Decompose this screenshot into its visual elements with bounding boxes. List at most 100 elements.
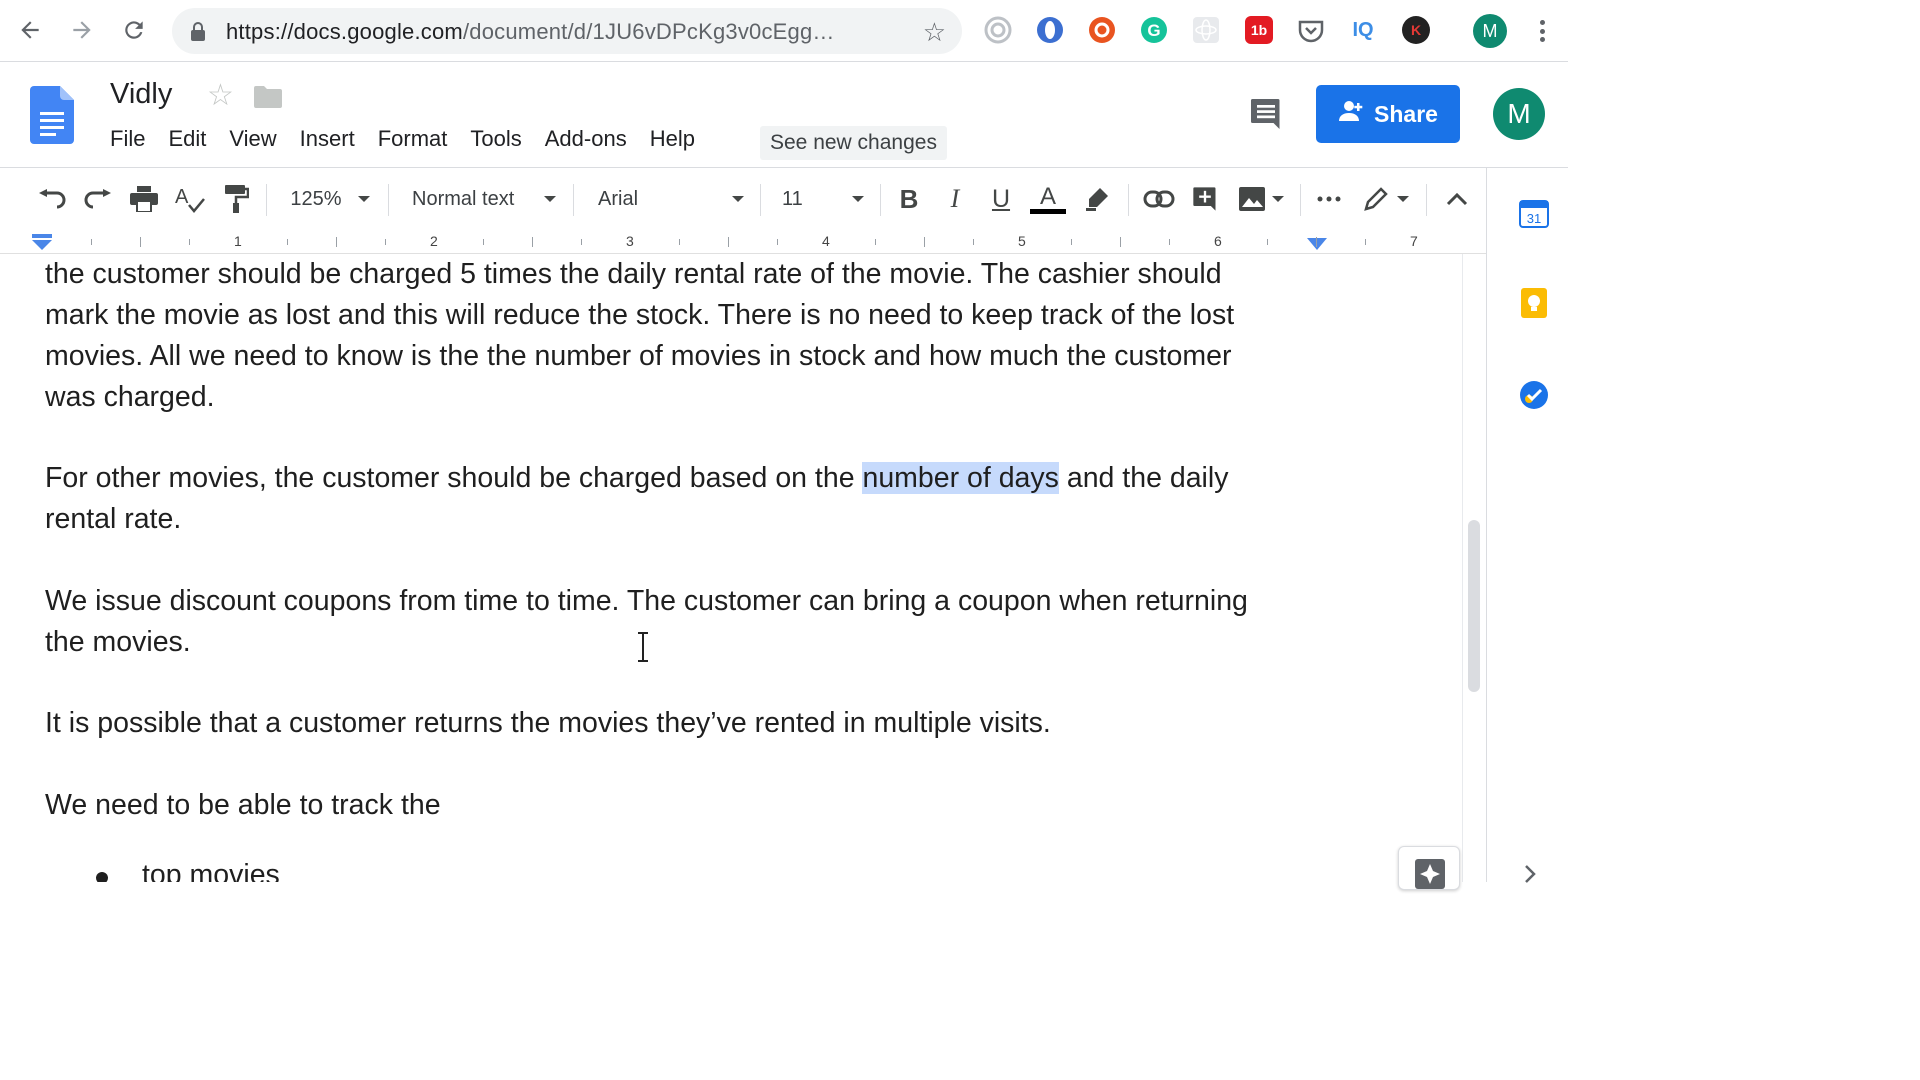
undo-icon[interactable] (36, 182, 68, 216)
chevron-down-icon (732, 196, 744, 202)
menu-addons[interactable]: Add-ons (545, 126, 627, 152)
folder-icon[interactable] (254, 86, 282, 108)
address-bar[interactable]: https://docs.google.com/document/d/1JU6v… (172, 8, 962, 54)
redo-icon[interactable] (82, 182, 114, 216)
docs-account-avatar[interactable]: M (1493, 88, 1545, 140)
menu-format[interactable]: Format (378, 126, 448, 152)
ruler-tick (1365, 239, 1366, 245)
paint-format-icon[interactable] (222, 182, 252, 216)
print-icon[interactable] (128, 182, 160, 216)
bookmark-star-icon[interactable]: ☆ (923, 17, 946, 48)
zoom-select[interactable]: 125% (282, 182, 378, 216)
ruler-number: 7 (1410, 233, 1418, 249)
ruler-tick (140, 237, 141, 247)
tasks-icon[interactable] (1519, 380, 1549, 410)
text-line: the customer should be charged 5 times t… (45, 258, 1222, 290)
toolbar-separator (880, 184, 881, 216)
toolbar-separator (1300, 184, 1301, 216)
ruler-number: 4 (822, 233, 830, 249)
italic-button[interactable]: I (940, 182, 970, 216)
comments-icon[interactable] (1248, 96, 1284, 132)
menu-help[interactable]: Help (650, 126, 695, 152)
menu-insert[interactable]: Insert (300, 126, 355, 152)
ruler[interactable]: 1 2 3 4 5 6 7 (0, 230, 1486, 254)
chevron-right-icon[interactable] (1523, 864, 1537, 889)
zoom-value: 125% (290, 187, 342, 210)
more-icon[interactable] (1314, 182, 1344, 216)
toolbar-separator (573, 184, 574, 216)
ruler-tick (728, 237, 729, 247)
svg-text:G: G (1147, 21, 1160, 40)
browser-profile-avatar[interactable]: M (1473, 14, 1507, 48)
paragraph-coupons: We issue discount coupons from time to t… (45, 581, 1345, 663)
menu-tools[interactable]: Tools (470, 126, 521, 152)
share-label: Share (1374, 100, 1438, 127)
link-icon[interactable] (1142, 182, 1176, 216)
react-icon[interactable] (1192, 16, 1220, 44)
add-comment-icon[interactable] (1190, 182, 1220, 216)
blue-circle-icon[interactable] (1036, 16, 1064, 44)
keep-icon[interactable] (1519, 288, 1549, 318)
menu-view[interactable]: View (229, 126, 276, 152)
text-span: For other movies, the customer should be… (45, 462, 863, 494)
bold-button[interactable]: B (894, 182, 924, 216)
text-line: movies. All we need to know is the the n… (45, 340, 1232, 372)
toolbar-separator (1128, 184, 1129, 216)
font-select[interactable]: Arial (588, 182, 748, 216)
ruler-tick (581, 239, 582, 245)
left-indent-marker[interactable] (32, 234, 52, 252)
insert-image-button[interactable] (1234, 182, 1288, 216)
ruler-number: 2 (430, 233, 438, 249)
font-size-value: 11 (782, 187, 803, 210)
person-add-icon (1338, 100, 1364, 128)
style-select[interactable]: Normal text (402, 182, 560, 216)
ruler-number: 6 (1214, 233, 1222, 249)
ruler-tick (189, 239, 190, 245)
browser-menu-icon[interactable] (1530, 16, 1554, 46)
menu-file[interactable]: File (110, 126, 145, 152)
document-title[interactable]: Vidly (110, 78, 172, 111)
toolbar-separator (266, 184, 267, 216)
docs-logo-icon[interactable] (30, 86, 74, 144)
pocket-icon[interactable] (1297, 16, 1325, 44)
ruler-tick (1267, 239, 1268, 245)
text-line: We issue discount coupons from time to t… (45, 585, 1248, 617)
star-icon[interactable]: ☆ (207, 78, 234, 113)
calendar-icon[interactable]: 31 (1519, 198, 1549, 228)
forward-icon[interactable] (66, 14, 98, 46)
toolbar-separator (1426, 184, 1427, 216)
explore-button[interactable] (1398, 846, 1460, 890)
back-icon[interactable] (14, 14, 46, 46)
scroll-thumb[interactable] (1468, 520, 1480, 692)
text-line: was charged. (45, 381, 215, 413)
highlight-pen-icon[interactable] (1082, 182, 1112, 216)
lighthouse-icon[interactable] (984, 16, 1012, 44)
right-indent-marker[interactable] (1307, 238, 1327, 250)
reload-icon[interactable] (118, 14, 150, 46)
font-size-select[interactable]: 11 (776, 182, 868, 216)
selected-text[interactable]: number of days (862, 462, 1059, 494)
ubuntu-icon[interactable] (1088, 16, 1116, 44)
chevron-down-icon (544, 196, 556, 202)
explore-icon (1415, 859, 1445, 889)
toolbar-separator (388, 184, 389, 216)
ruler-tick (1316, 237, 1317, 247)
collapse-menus-icon[interactable] (1442, 182, 1472, 216)
editing-mode-button[interactable] (1358, 182, 1414, 216)
bullet-item-top-movies: top movies (142, 855, 1442, 882)
k-icon[interactable]: K (1402, 16, 1430, 44)
see-new-changes-button[interactable]: See new changes (760, 126, 947, 160)
text-line: mark the movie as lost and this will red… (45, 299, 1235, 331)
vertical-scrollbar[interactable] (1462, 254, 1486, 882)
spellcheck-icon[interactable]: A (174, 182, 206, 216)
text-color-button[interactable]: A (1030, 182, 1066, 216)
ruler-tick (777, 239, 778, 245)
ruler-tick (483, 239, 484, 245)
1b-icon[interactable]: 1b (1245, 16, 1273, 44)
underline-button[interactable]: U (986, 182, 1016, 216)
iq-icon[interactable]: IQ (1349, 16, 1377, 44)
menu-edit[interactable]: Edit (168, 126, 206, 152)
document-page[interactable]: the customer should be charged 5 times t… (0, 254, 1460, 882)
grammarly-icon[interactable]: G (1140, 16, 1168, 44)
share-button[interactable]: Share (1316, 85, 1460, 143)
